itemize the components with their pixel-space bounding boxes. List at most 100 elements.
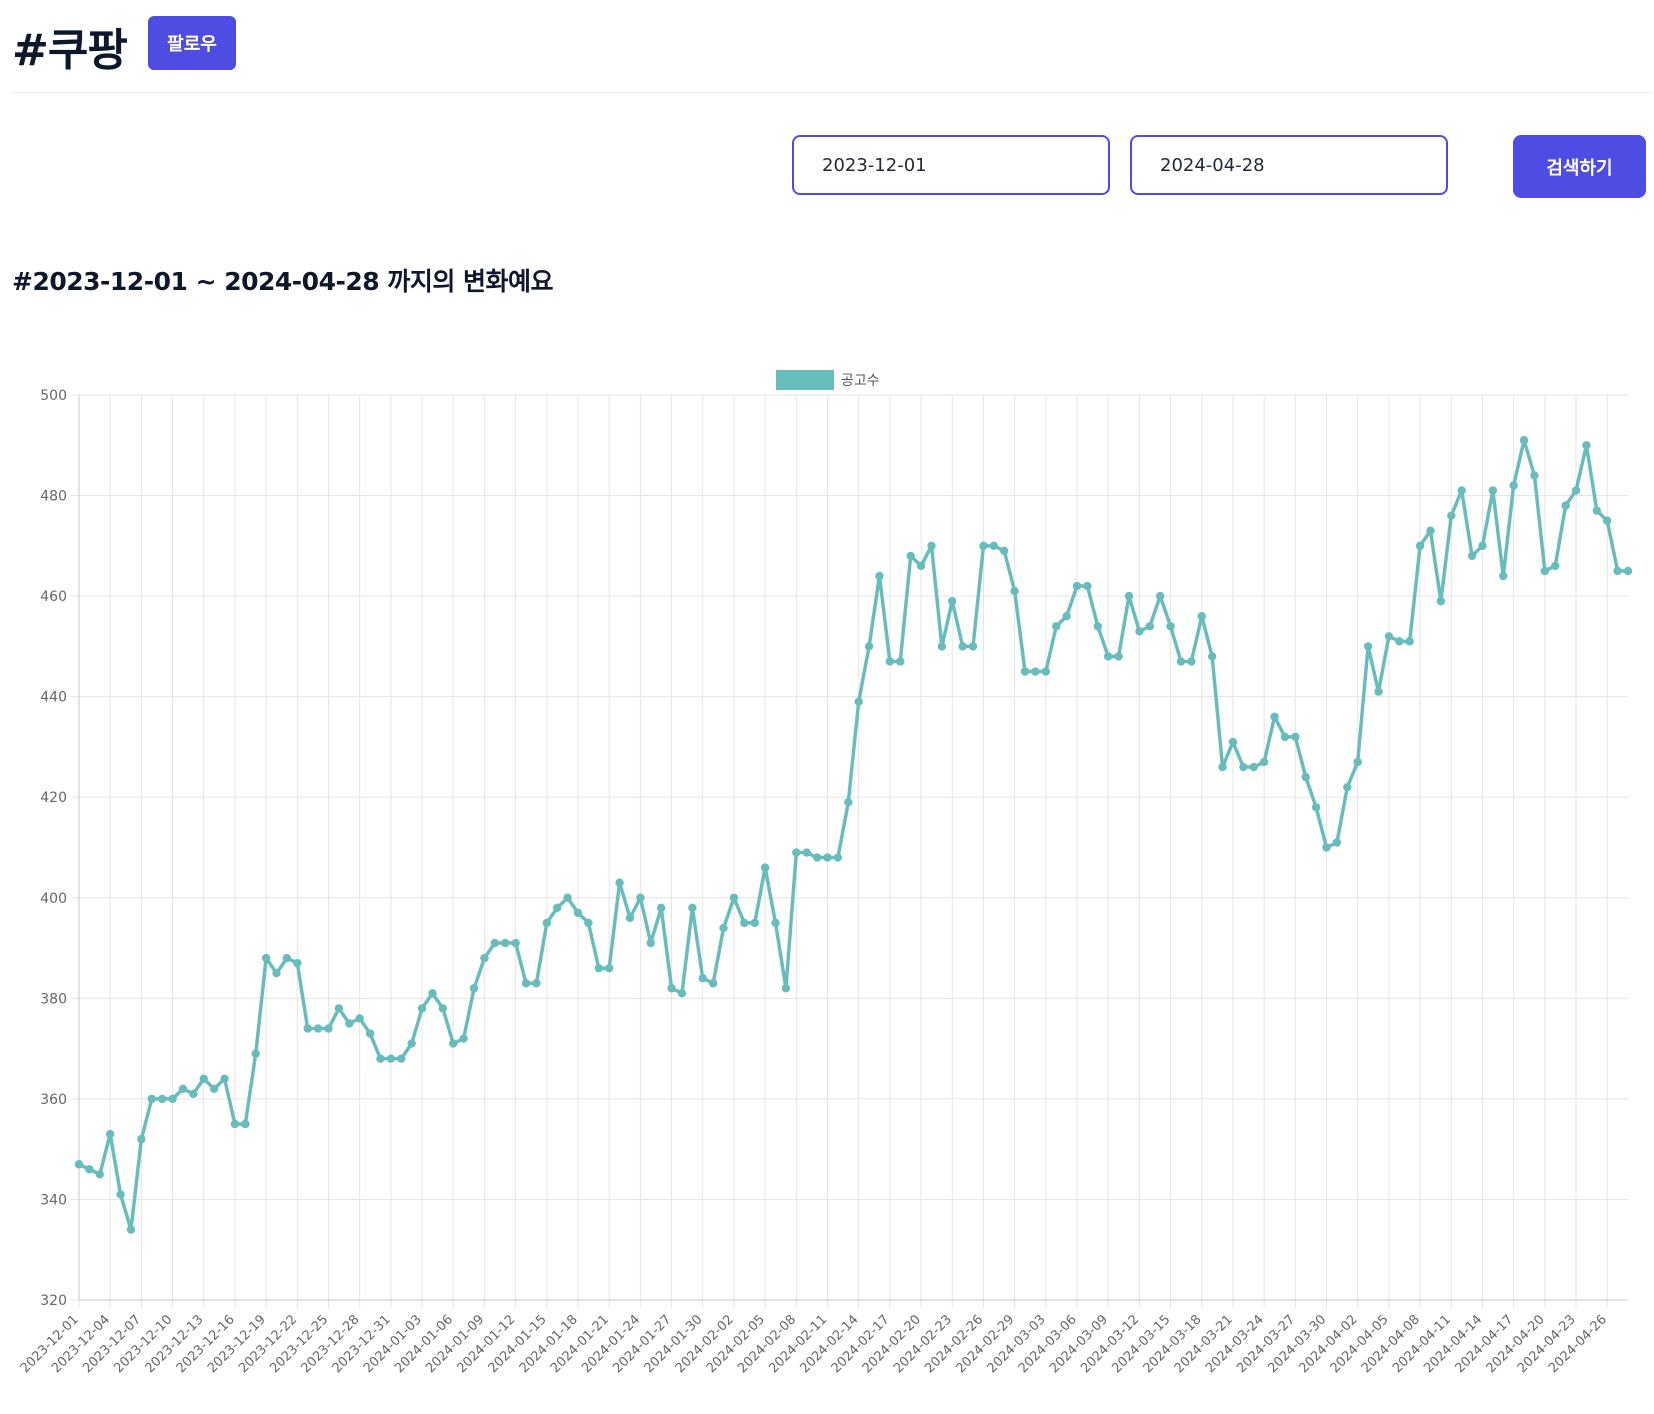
data-point	[1509, 481, 1518, 490]
data-point	[355, 1014, 364, 1023]
data-point	[1010, 586, 1019, 596]
data-point	[116, 1190, 125, 1199]
data-point	[771, 918, 780, 928]
data-point	[792, 848, 801, 857]
data-point	[1114, 652, 1123, 661]
data-point	[459, 1034, 468, 1043]
data-point	[428, 989, 437, 998]
data-point	[511, 938, 520, 948]
data-point	[719, 923, 728, 933]
data-point	[1041, 667, 1051, 676]
data-point	[1166, 622, 1175, 631]
data-point	[438, 1004, 448, 1013]
data-point	[844, 798, 853, 807]
data-point	[501, 938, 510, 948]
data-point	[74, 1160, 84, 1169]
data-point	[1592, 506, 1602, 515]
data-point	[1270, 712, 1279, 721]
data-point	[729, 893, 739, 902]
data-point	[1322, 843, 1331, 852]
data-point	[85, 1165, 94, 1174]
data-point	[760, 863, 770, 872]
legend-label: 공고수	[841, 373, 880, 389]
data-point	[1332, 838, 1342, 847]
data-point	[261, 953, 271, 963]
end-date-input[interactable]	[1130, 135, 1448, 195]
data-point	[573, 908, 583, 918]
data-point	[480, 953, 489, 963]
data-point	[1353, 757, 1362, 767]
data-point	[1104, 652, 1113, 661]
data-point	[563, 893, 572, 902]
data-point	[1623, 566, 1633, 576]
data-point	[345, 1019, 354, 1028]
page-title: #쿠팡	[12, 25, 128, 76]
data-point	[823, 853, 832, 862]
data-point	[168, 1094, 177, 1104]
data-point	[137, 1134, 146, 1144]
y-tick-label: 340	[40, 1192, 67, 1208]
data-point	[906, 551, 915, 561]
data-point	[282, 953, 292, 963]
data-point	[740, 918, 749, 928]
y-tick-label: 380	[40, 991, 67, 1007]
data-point	[1124, 591, 1134, 601]
y-tick-label: 460	[40, 589, 67, 605]
follow-button[interactable]: 팔로우	[148, 16, 236, 70]
data-point	[1155, 591, 1165, 601]
data-point	[490, 938, 500, 948]
data-point	[1540, 566, 1550, 576]
data-point	[1176, 657, 1186, 666]
data-point	[1551, 561, 1560, 571]
data-point	[1239, 762, 1248, 772]
data-point	[802, 848, 811, 857]
y-tick-label: 420	[40, 790, 67, 806]
data-point	[1291, 732, 1300, 742]
data-point	[532, 979, 541, 988]
y-tick-label: 400	[40, 891, 67, 907]
data-point	[241, 1119, 250, 1129]
data-point	[1415, 541, 1425, 551]
data-point	[365, 1029, 375, 1038]
data-point	[386, 1054, 396, 1063]
data-point	[1280, 732, 1290, 742]
data-point	[1478, 541, 1487, 551]
data-point	[625, 913, 635, 923]
data-point	[126, 1225, 136, 1234]
data-point	[1374, 687, 1383, 696]
data-point	[1052, 622, 1061, 631]
range-title: #2023-12-01 ~ 2024-04-28 까지의 변화예요	[12, 267, 554, 296]
data-point	[1603, 516, 1612, 525]
data-point	[417, 1004, 427, 1013]
data-point	[105, 1129, 115, 1139]
data-point	[1311, 803, 1321, 812]
data-point	[157, 1094, 167, 1104]
data-point	[594, 963, 603, 973]
data-point	[708, 979, 718, 988]
data-point	[781, 984, 791, 993]
data-point	[147, 1094, 156, 1104]
data-point	[1519, 436, 1529, 445]
data-point	[1207, 652, 1217, 661]
data-point	[989, 541, 999, 551]
y-tick-label: 440	[40, 690, 67, 706]
data-point	[1613, 566, 1622, 576]
data-point	[1259, 757, 1269, 767]
data-point	[407, 1039, 416, 1048]
search-button[interactable]: 검색하기	[1513, 135, 1646, 198]
data-point	[927, 541, 936, 551]
series-line	[78, 438, 1628, 1232]
line-chart: 3203403603804004204404604805002023-12-01…	[18, 370, 1633, 1376]
start-date-input[interactable]	[792, 135, 1110, 195]
data-point	[95, 1170, 104, 1179]
data-point	[1218, 762, 1227, 772]
data-point	[604, 963, 614, 973]
data-point	[864, 642, 874, 651]
data-point	[885, 657, 895, 666]
data-point	[979, 541, 988, 551]
data-point	[1301, 772, 1310, 782]
data-point	[1020, 667, 1030, 676]
data-point	[1363, 642, 1373, 651]
data-point	[209, 1084, 219, 1094]
data-point	[1405, 637, 1414, 646]
